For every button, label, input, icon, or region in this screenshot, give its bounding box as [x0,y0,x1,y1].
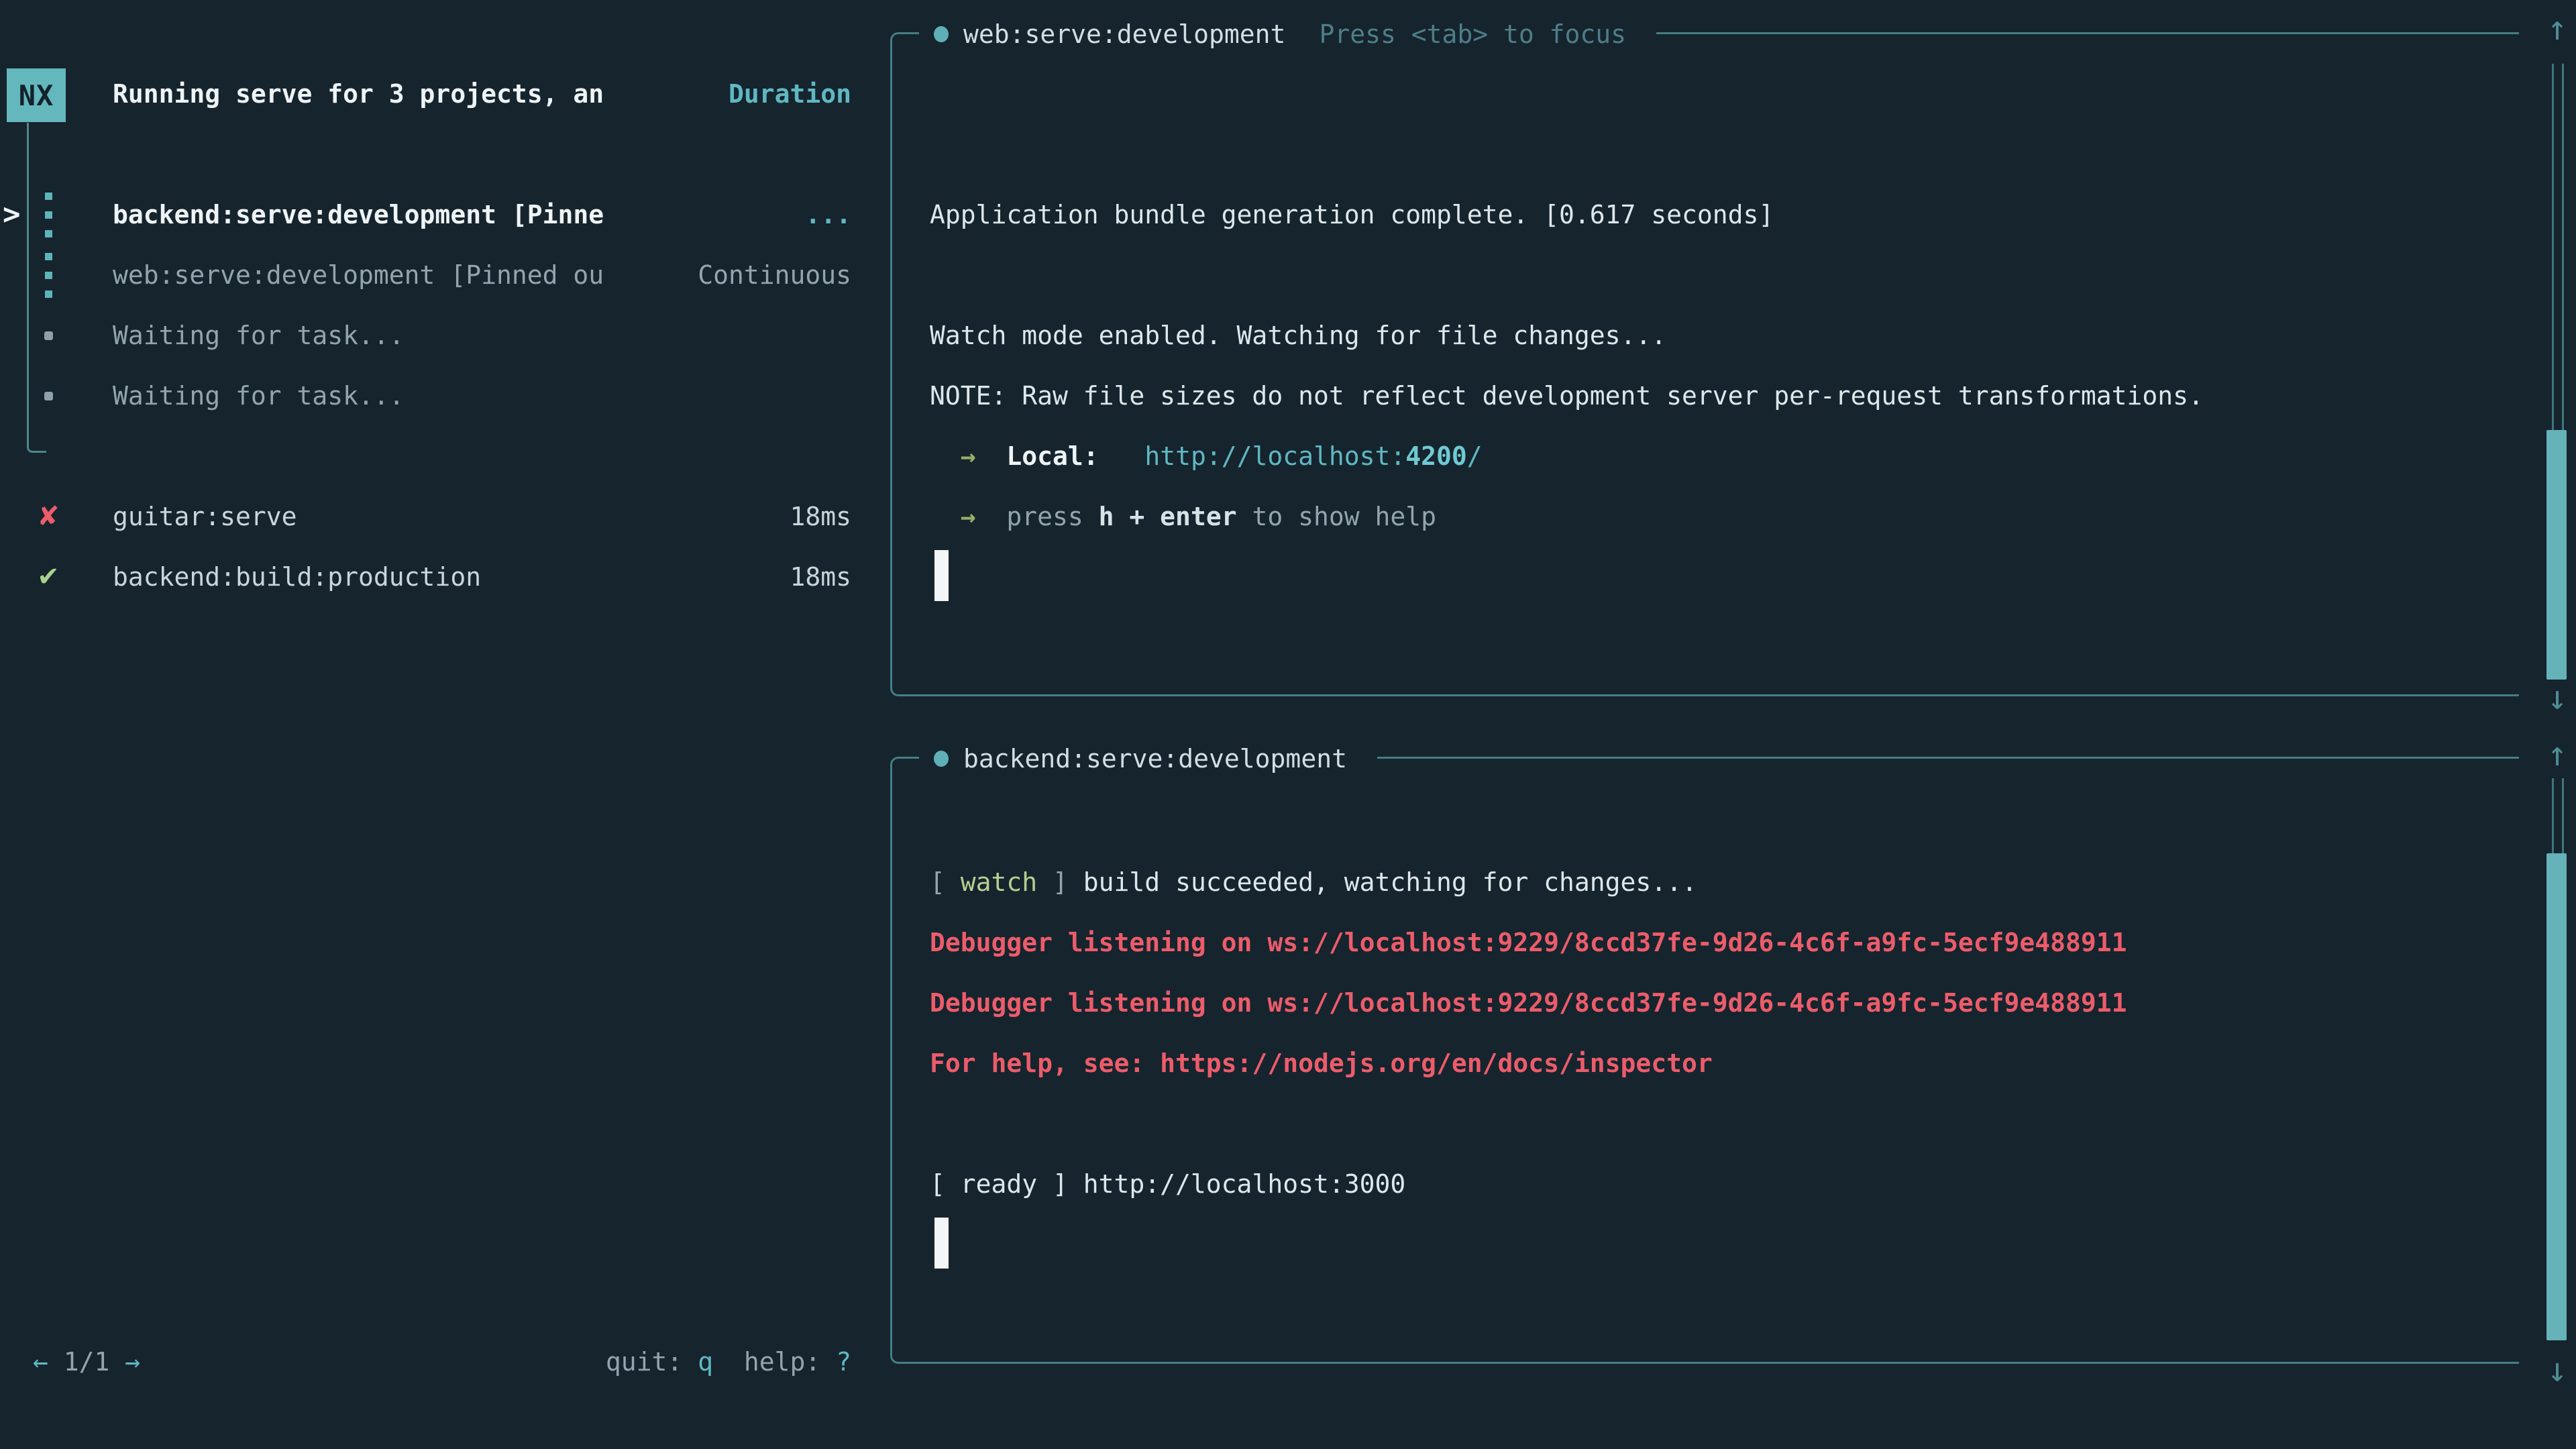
terminal-panel-backend-title: backend:serve:development [963,744,1347,773]
page-prev-icon[interactable]: ← [33,1347,48,1377]
help-label: help: [744,1347,820,1377]
scrollbar-track[interactable] [2552,64,2564,430]
task-status: 18ms [790,547,851,607]
task-name: Waiting for task... [113,366,405,426]
quit-label: quit: [606,1347,682,1377]
terminal-output-backend: [ watch ] build succeeded, watching for … [930,852,2506,1275]
task-row[interactable]: > backend:serve:development [Pinne... [0,184,851,245]
scrollbar-track[interactable] [2552,778,2564,853]
scroll-up-icon[interactable]: ↑ [2540,11,2575,46]
focus-hint: Press <tab> to focus [1319,19,1626,49]
task-name: guitar:serve [113,486,297,547]
task-row[interactable]: ✘ guitar:serve 18ms [0,486,851,547]
terminal-line: Debugger listening on ws://localhost:922… [930,973,2506,1033]
sidebar-task-list: NX Running serve for 3 projects, an Dura… [0,0,890,1449]
terminal-cursor [934,550,949,601]
task-status: Continuous [698,245,851,305]
scroll-down-icon[interactable]: ↓ [2540,1352,2575,1387]
keyboard-hints: quit: q help: ? [606,1332,851,1392]
duration-column-header: Duration [729,64,851,124]
task-status: ... [805,184,851,245]
task-list-header: Running serve for 3 projects, an Duratio… [0,64,851,124]
sidebar-footer: ← 1/1 → quit: q help: ? [0,1332,851,1392]
terminal-line [930,1093,2506,1154]
help-key: ? [836,1347,851,1377]
terminal-panel-web: web:serve:development Press <tab> to foc… [890,32,2519,696]
terminal-line: [ watch ] build succeeded, watching for … [930,852,2506,912]
task-list-title: Running serve for 3 projects, an [113,64,604,124]
task-row[interactable]: Waiting for task... [0,305,851,366]
running-status-icon [934,751,949,767]
pagination: ← 1/1 → [33,1332,140,1392]
task-row[interactable]: web:serve:development [Pinned ou Continuo… [0,245,851,305]
terminal-line: NOTE: Raw file sizes do not reflect deve… [930,366,2506,426]
terminal-line: [ ready ] http://localhost:3000 [930,1154,2506,1214]
scrollbar-thumb[interactable] [2546,853,2567,1340]
terminal-line: → Local: http://localhost:4200/ [930,426,2506,486]
running-status-icon [934,26,949,42]
quit-key: q [698,1347,713,1377]
task-row[interactable]: ✔ backend:build:production 18ms [0,547,851,607]
task-running-spinner-icon [34,184,63,245]
task-name: web:serve:development [Pinned ou [113,245,604,305]
task-row[interactable]: Waiting for task... [0,366,851,426]
scroll-down-icon[interactable]: ↓ [2540,680,2575,715]
terminal-panel-backend: backend:serve:development [ watch ] buil… [890,757,2519,1364]
terminal-panel-web-header[interactable]: web:serve:development Press <tab> to foc… [919,15,1656,53]
terminal-line: For help, see: https://nodejs.org/en/doc… [930,1033,2506,1093]
scroll-up-icon[interactable]: ↑ [2540,737,2575,771]
terminal-line [930,547,2506,607]
page-indicator: 1/1 [48,1347,125,1377]
task-waiting-dot-icon [34,366,63,426]
terminal-panel-backend-header[interactable]: backend:serve:development [919,740,1377,777]
terminal-panel-web-title: web:serve:development [963,19,1285,49]
task-name: Waiting for task... [113,305,405,366]
task-name: backend:serve:development [Pinne [113,184,604,245]
terminal-line: Debugger listening on ws://localhost:922… [930,912,2506,973]
scrollbar-thumb[interactable] [2546,430,2567,680]
terminal-line: Application bundle generation complete. … [930,184,2506,245]
task-failed-icon: ✘ [34,486,63,547]
terminal-output-web: Application bundle generation complete. … [930,184,2506,607]
terminal-line: Watch mode enabled. Watching for file ch… [930,305,2506,366]
task-success-icon: ✔ [34,547,63,607]
task-name: backend:build:production [113,547,481,607]
terminal-line: → press h + enter to show help [930,486,2506,547]
task-running-spinner-icon [34,245,63,305]
task-waiting-dot-icon [34,305,63,366]
task-status: 18ms [790,486,851,547]
selected-task-chevron-icon: > [3,184,21,245]
page-next-icon[interactable]: → [125,1347,140,1377]
terminal-line [930,245,2506,305]
terminal-cursor [934,1218,949,1269]
terminal-line [930,1214,2506,1275]
